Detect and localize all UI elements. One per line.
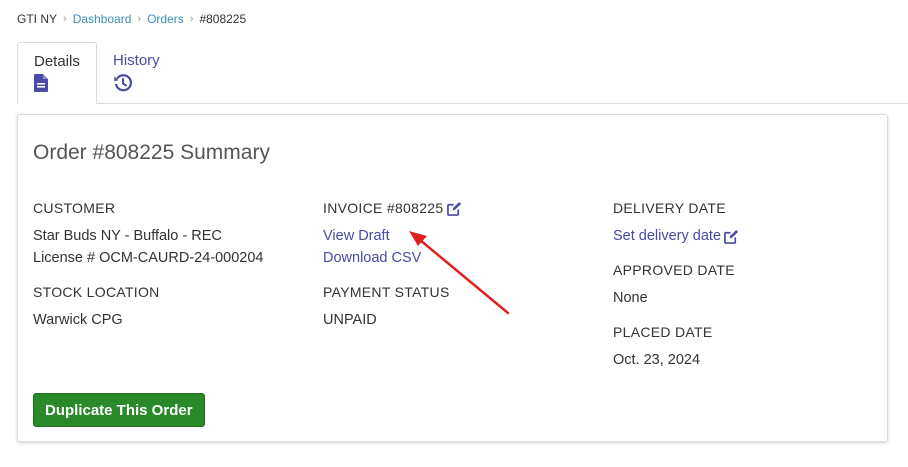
tab-history[interactable]: History: [97, 42, 176, 104]
order-summary-panel: Order #808225 Summary CUSTOMER Star Buds…: [17, 114, 888, 442]
chevron-right-icon: ›: [137, 13, 142, 25]
file-document-icon: [34, 74, 80, 94]
payment-status-section: PAYMENT STATUS UNPAID: [323, 283, 603, 331]
breadcrumb: GTI NY › Dashboard › Orders › #808225: [17, 12, 246, 26]
invoice-section: INVOICE #808225 View Draft Download CSV: [323, 199, 603, 269]
customer-section: CUSTOMER Star Buds NY - Buffalo - REC Li…: [33, 199, 313, 269]
set-delivery-date-link[interactable]: Set delivery date: [613, 225, 739, 247]
view-draft-link[interactable]: View Draft: [323, 225, 603, 247]
placed-date-value: Oct. 23, 2024: [613, 352, 701, 368]
tab-details-label: Details: [34, 53, 80, 70]
customer-label: CUSTOMER: [33, 200, 116, 216]
invoice-label-row: INVOICE #808225: [323, 199, 603, 217]
delivery-date-label: DELIVERY DATE: [613, 200, 726, 216]
edit-delivery-date-icon: [724, 229, 739, 244]
tab-bar: Details History: [17, 42, 908, 104]
customer-column: CUSTOMER Star Buds NY - Buffalo - REC Li…: [33, 199, 313, 345]
tab-history-label: History: [113, 52, 160, 69]
payment-status-value: UNPAID: [323, 312, 377, 328]
duplicate-order-button[interactable]: Duplicate This Order: [33, 393, 205, 427]
chevron-right-icon: ›: [63, 13, 67, 25]
history-icon: [113, 73, 160, 93]
breadcrumb-orders-link[interactable]: Orders: [147, 12, 184, 26]
dates-column: DELIVERY DATE Set delivery date APPROVED…: [613, 199, 883, 385]
edit-invoice-icon[interactable]: [447, 201, 462, 216]
download-csv-link[interactable]: Download CSV: [323, 247, 603, 269]
page-title: Order #808225 Summary: [33, 141, 270, 164]
customer-license: License # OCM-CAURD-24-000204: [33, 250, 264, 266]
delivery-date-section: DELIVERY DATE Set delivery date: [613, 199, 883, 247]
approved-date-section: APPROVED DATE None: [613, 261, 883, 309]
set-delivery-date-label: Set delivery date: [613, 228, 722, 244]
payment-status-label: PAYMENT STATUS: [323, 284, 450, 300]
placed-date-section: PLACED DATE Oct. 23, 2024: [613, 323, 883, 371]
approved-date-label: APPROVED DATE: [613, 262, 735, 278]
breadcrumb-root: GTI NY: [17, 12, 58, 26]
tab-details[interactable]: Details: [17, 42, 97, 104]
invoice-column: INVOICE #808225 View Draft Download CSV …: [323, 199, 603, 345]
breadcrumb-dashboard-link[interactable]: Dashboard: [73, 12, 132, 26]
breadcrumb-current: #808225: [199, 12, 247, 26]
customer-name: Star Buds NY - Buffalo - REC: [33, 228, 222, 244]
placed-date-label: PLACED DATE: [613, 324, 713, 340]
stock-location-section: STOCK LOCATION Warwick CPG: [33, 283, 313, 331]
stock-location-label: STOCK LOCATION: [33, 284, 160, 300]
invoice-label: INVOICE #808225: [323, 200, 444, 216]
stock-location-value: Warwick CPG: [33, 312, 123, 328]
chevron-right-icon: ›: [189, 13, 194, 25]
approved-date-value: None: [613, 290, 648, 306]
